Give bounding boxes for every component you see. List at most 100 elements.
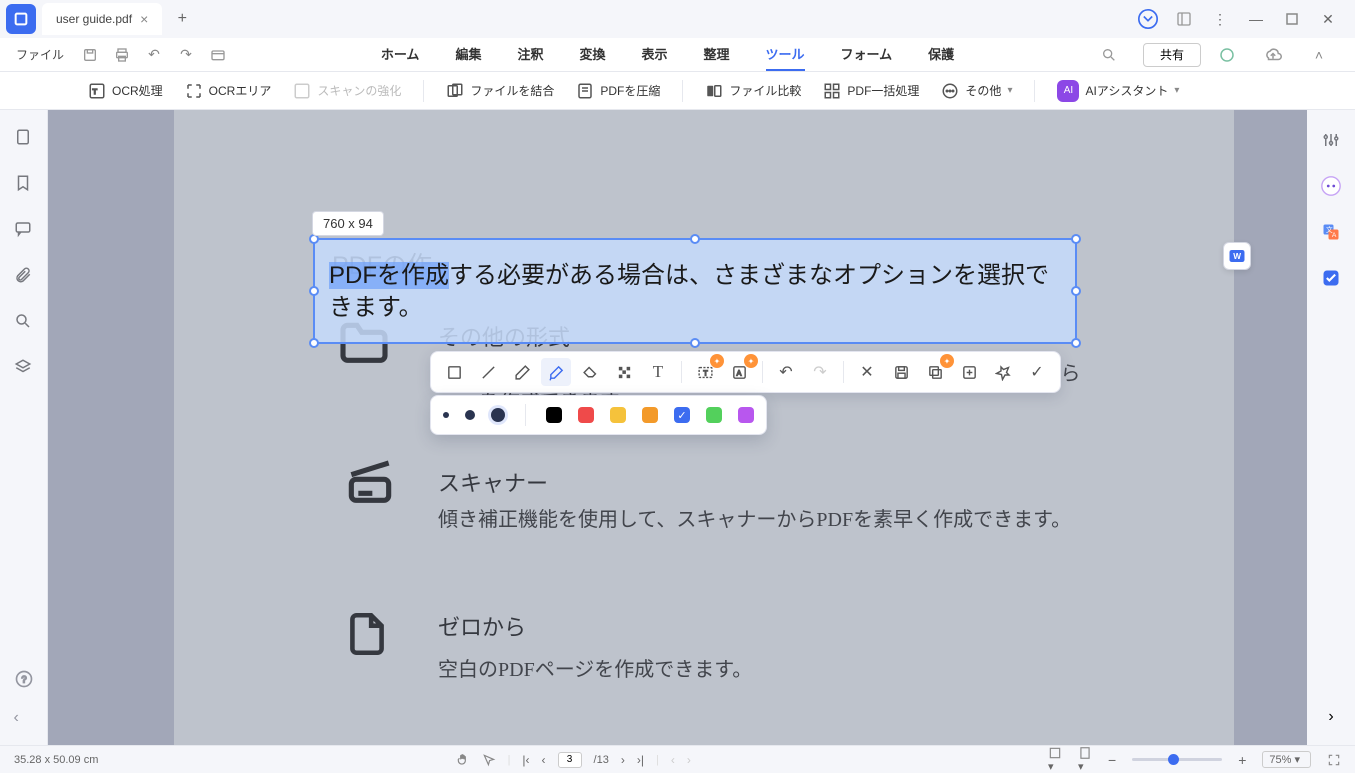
color-swatch-black[interactable] bbox=[546, 407, 562, 423]
resize-handle-sw[interactable] bbox=[309, 338, 319, 348]
collapse-left-icon[interactable]: ‹ bbox=[14, 709, 34, 729]
fullscreen-icon[interactable] bbox=[1327, 753, 1341, 767]
kebab-menu-icon[interactable]: ⋮ bbox=[1209, 8, 1231, 30]
color-swatch-yellow[interactable] bbox=[610, 407, 626, 423]
collapse-right-icon[interactable]: › bbox=[1319, 705, 1343, 729]
new-tab-button[interactable]: + bbox=[168, 5, 196, 33]
search-icon[interactable] bbox=[14, 312, 34, 332]
tab-close-icon[interactable]: × bbox=[140, 11, 148, 27]
tool-eraser[interactable] bbox=[575, 358, 605, 386]
history-forward-icon[interactable]: › bbox=[687, 753, 691, 767]
share-button[interactable]: 共有 bbox=[1143, 43, 1201, 67]
tb-ai[interactable]: AI AIアシスタント ▾ bbox=[1049, 76, 1187, 106]
tab-edit[interactable]: 編集 bbox=[455, 38, 481, 71]
tb-batch[interactable]: PDF一括処理 bbox=[815, 78, 927, 104]
tab-organize[interactable]: 整理 bbox=[704, 38, 730, 71]
search-icon[interactable] bbox=[1097, 43, 1121, 67]
hand-tool-icon[interactable] bbox=[456, 753, 470, 767]
chevron-up-icon[interactable]: ˄ bbox=[1307, 43, 1331, 67]
window-close-icon[interactable]: ✕ bbox=[1317, 8, 1339, 30]
zoom-level[interactable]: 75% ▾ bbox=[1262, 751, 1311, 768]
comments-icon[interactable] bbox=[14, 220, 34, 240]
tool-ocr-text[interactable]: A✦ bbox=[724, 358, 754, 386]
tool-ocr-extract[interactable]: T✦ bbox=[690, 358, 720, 386]
menu-file[interactable]: ファイル bbox=[16, 46, 64, 63]
select-tool-icon[interactable] bbox=[482, 753, 496, 767]
save-icon[interactable] bbox=[78, 43, 102, 67]
fit-width-icon[interactable]: ▾ bbox=[1048, 746, 1062, 773]
layers-icon[interactable] bbox=[14, 358, 34, 378]
prev-page-icon[interactable]: ‹ bbox=[542, 753, 546, 767]
tb-compare[interactable]: ファイル比較 bbox=[697, 78, 809, 104]
cloud-sync-icon[interactable] bbox=[1215, 43, 1239, 67]
document-tab[interactable]: user guide.pdf × bbox=[42, 3, 162, 35]
print-icon[interactable] bbox=[110, 43, 134, 67]
window-minimize-icon[interactable]: — bbox=[1245, 8, 1267, 30]
tool-mosaic[interactable] bbox=[609, 358, 639, 386]
color-swatch-green[interactable] bbox=[706, 407, 722, 423]
tab-convert[interactable]: 変換 bbox=[579, 38, 605, 71]
tool-pen[interactable] bbox=[507, 358, 537, 386]
bookmarks-icon[interactable] bbox=[14, 174, 34, 194]
document-viewport[interactable]: PDFの作 その他の形式 画像、Wordドキュメント、一括作成など、その他のさま… bbox=[48, 110, 1307, 745]
undo-icon[interactable]: ↶ bbox=[142, 43, 166, 67]
zoom-in-icon[interactable]: + bbox=[1238, 752, 1246, 768]
history-back-icon[interactable]: ‹ bbox=[671, 753, 675, 767]
tool-confirm[interactable]: ✓ bbox=[1022, 358, 1052, 386]
redo-icon[interactable]: ↷ bbox=[174, 43, 198, 67]
tool-copy[interactable]: ✦ bbox=[920, 358, 950, 386]
tool-undo[interactable]: ↶ bbox=[771, 358, 801, 386]
zoom-slider-thumb[interactable] bbox=[1168, 754, 1179, 765]
checklist-icon[interactable] bbox=[1319, 266, 1343, 290]
resize-handle-w[interactable] bbox=[309, 286, 319, 296]
next-page-icon[interactable]: › bbox=[621, 753, 625, 767]
color-swatch-purple[interactable] bbox=[738, 407, 754, 423]
tab-form[interactable]: フォーム bbox=[841, 38, 893, 71]
resize-handle-s[interactable] bbox=[690, 338, 700, 348]
attachments-icon[interactable] bbox=[14, 266, 34, 286]
pen-size-large[interactable] bbox=[491, 408, 505, 422]
resize-handle-ne[interactable] bbox=[1071, 234, 1081, 244]
tool-cancel[interactable]: ✕ bbox=[852, 358, 882, 386]
word-export-float-button[interactable]: W bbox=[1223, 242, 1251, 270]
pen-size-small[interactable] bbox=[443, 412, 449, 418]
tab-tools[interactable]: ツール bbox=[766, 38, 805, 71]
tb-compress[interactable]: PDFを圧縮 bbox=[568, 78, 668, 104]
tb-merge[interactable]: ファイルを結合 bbox=[438, 78, 562, 104]
color-swatch-orange[interactable] bbox=[642, 407, 658, 423]
color-swatch-red[interactable] bbox=[578, 407, 594, 423]
tool-pin[interactable] bbox=[988, 358, 1018, 386]
panel-icon[interactable] bbox=[1173, 8, 1195, 30]
tb-ocr-area[interactable]: OCRエリア bbox=[177, 78, 280, 104]
view-mode-icon[interactable]: ▾ bbox=[1078, 746, 1092, 773]
tool-redo[interactable]: ↷ bbox=[805, 358, 835, 386]
pen-size-medium[interactable] bbox=[465, 410, 475, 420]
tab-home[interactable]: ホーム bbox=[381, 38, 420, 71]
cloud-upload-icon[interactable] bbox=[1261, 43, 1285, 67]
tool-rectangle[interactable] bbox=[439, 358, 469, 386]
last-page-icon[interactable]: ›| bbox=[637, 753, 644, 767]
tab-annotate[interactable]: 注釈 bbox=[517, 38, 543, 71]
tool-text[interactable]: T bbox=[643, 358, 673, 386]
resize-handle-n[interactable] bbox=[690, 234, 700, 244]
window-maximize-icon[interactable] bbox=[1281, 8, 1303, 30]
tab-view[interactable]: 表示 bbox=[641, 38, 667, 71]
resize-handle-e[interactable] bbox=[1071, 286, 1081, 296]
page-number-input[interactable] bbox=[558, 752, 582, 768]
color-swatch-blue[interactable]: ✓ bbox=[674, 407, 690, 423]
thumbnails-icon[interactable] bbox=[14, 128, 34, 148]
translate-icon[interactable]: 文A bbox=[1319, 220, 1343, 244]
ai-chat-icon[interactable] bbox=[1319, 174, 1343, 198]
resize-handle-se[interactable] bbox=[1071, 338, 1081, 348]
zoom-slider[interactable] bbox=[1132, 758, 1222, 761]
tab-protect[interactable]: 保護 bbox=[928, 38, 954, 71]
settings-sliders-icon[interactable] bbox=[1319, 128, 1343, 152]
wondershare-account-icon[interactable] bbox=[1137, 8, 1159, 30]
zoom-out-icon[interactable]: − bbox=[1108, 752, 1116, 768]
open-icon[interactable] bbox=[206, 43, 230, 67]
help-icon[interactable]: ? bbox=[14, 669, 34, 689]
tb-ocr[interactable]: T OCR処理 bbox=[80, 78, 171, 104]
tool-export[interactable] bbox=[954, 358, 984, 386]
tool-save[interactable] bbox=[886, 358, 916, 386]
tool-line[interactable] bbox=[473, 358, 503, 386]
